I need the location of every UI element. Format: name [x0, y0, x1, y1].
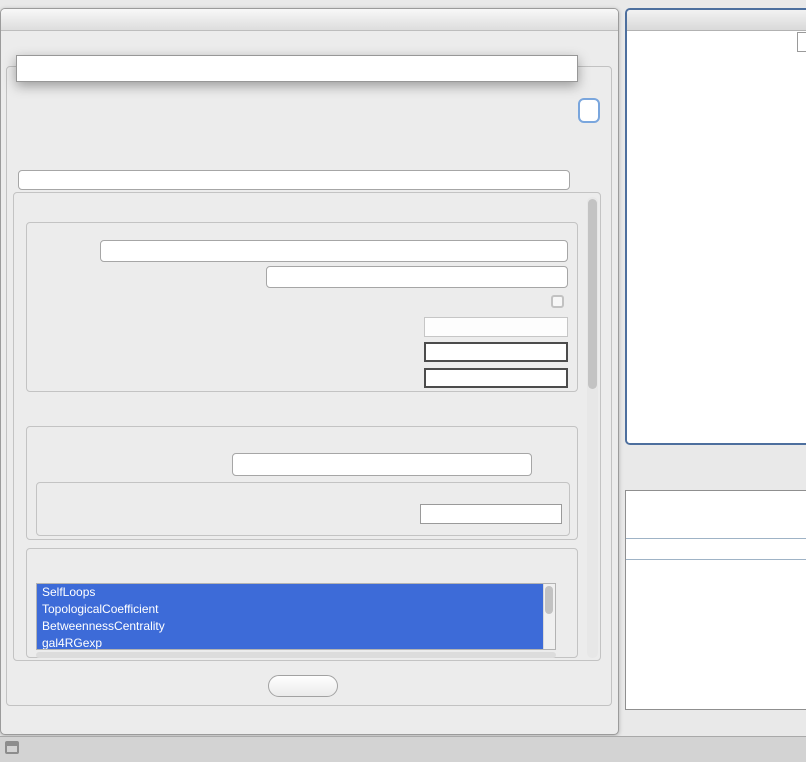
aracne-mode-select[interactable]	[100, 240, 568, 262]
attributes-scrollbar[interactable]	[543, 584, 555, 649]
manual-kernel-checkbox[interactable]	[551, 295, 564, 308]
bottom-dock-strip	[0, 736, 806, 762]
control-panel-titlebar	[1, 9, 618, 31]
mi-steps-field[interactable]	[424, 368, 568, 388]
table-panel-window	[625, 490, 806, 710]
table-toolbar	[626, 491, 806, 538]
network-canvas[interactable]	[627, 31, 806, 443]
network-overview-box[interactable]	[797, 32, 806, 52]
attribute-topologicalcoefficient[interactable]: TopologicalCoefficient	[37, 601, 543, 618]
attribute-selfloops[interactable]: SelfLoops	[37, 584, 543, 601]
data-attributes-list[interactable]: SelfLoopsTopologicalCoefficientBetweenne…	[36, 583, 556, 650]
algorithm-combo-focus-fragment[interactable]	[578, 98, 600, 123]
network-svg	[627, 31, 806, 443]
kernel-width-field[interactable]	[424, 317, 568, 337]
apply-button[interactable]	[268, 675, 338, 697]
network-window-titlebar	[627, 10, 806, 31]
attributes-scrollbar-thumb[interactable]	[545, 586, 553, 614]
settings-scrollbar-thumb[interactable]	[588, 199, 597, 389]
algorithm-combo[interactable]	[18, 170, 570, 190]
mi-threshold-field[interactable]	[420, 504, 562, 524]
mi-type-select[interactable]	[266, 266, 568, 288]
algorithm-popup-prompt	[17, 56, 577, 77]
attributes-horizontal-scrollbar[interactable]	[36, 652, 556, 658]
screen: SelfLoopsTopologicalCoefficientBetweenne…	[0, 0, 806, 762]
docked-panel-icon[interactable]	[5, 741, 19, 754]
network-view-window	[625, 8, 806, 445]
attribute-gal4rgexp[interactable]: gal4RGexp	[37, 635, 543, 650]
table-header	[626, 538, 806, 560]
attribute-betweennesscentrality[interactable]: BetweennessCentrality	[37, 618, 543, 635]
dpi-tolerance-field[interactable]	[424, 342, 568, 362]
algorithm-popup	[16, 55, 578, 82]
which-threshold-select[interactable]	[232, 453, 532, 476]
